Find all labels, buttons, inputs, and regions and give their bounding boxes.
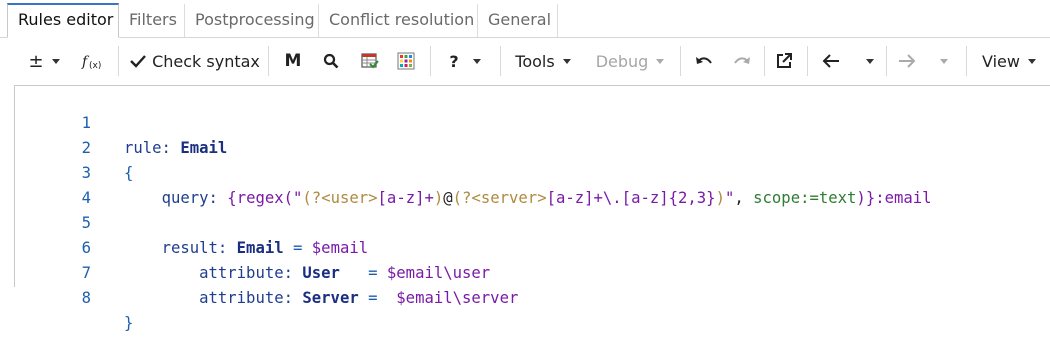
svg-text:(x): (x) — [89, 61, 101, 71]
check-syntax-button[interactable]: Check syntax — [130, 44, 260, 78]
color-grid-icon — [397, 52, 415, 70]
attribute-value: $email\server — [396, 289, 519, 307]
attribute-keyword: attribute: — [199, 289, 293, 307]
palette-button[interactable] — [392, 44, 420, 78]
undo-icon — [695, 54, 713, 68]
arrow-left-icon — [822, 54, 840, 68]
tab-conflict-resolution[interactable]: Conflict resolution — [319, 4, 478, 37]
plus-minus-icon: ± — [28, 50, 44, 72]
function-icon: f (x) — [81, 51, 103, 71]
m-button[interactable]: M — [280, 44, 306, 78]
line-number: 8 — [81, 289, 91, 307]
table-check-icon — [361, 52, 379, 70]
tools-label: Tools — [515, 51, 555, 71]
help-dropdown-button[interactable]: ? — [442, 44, 488, 78]
check-syntax-label: Check syntax — [152, 51, 260, 71]
m-label: M — [284, 51, 302, 71]
code-editor[interactable]: 1 rule: Email 2 { 3 query: {regex("(?<us… — [14, 85, 1050, 332]
insert-dropdown-button[interactable]: ± — [20, 44, 68, 78]
tab-rules-editor[interactable]: Rules editor — [7, 3, 119, 38]
open-external-icon — [776, 53, 792, 69]
open-external-button[interactable] — [771, 44, 797, 78]
arrow-right-icon — [898, 54, 916, 68]
redo-icon — [733, 54, 751, 68]
view-dropdown-button[interactable]: View — [976, 44, 1042, 78]
function-button[interactable]: f (x) — [78, 44, 106, 78]
code-line: 5 result: Email = $email — [15, 186, 1050, 257]
redo-button[interactable] — [729, 44, 755, 78]
help-icon: ? — [449, 51, 459, 71]
forward-history-dropdown[interactable] — [936, 44, 952, 78]
toolbar: ± f (x) Check syntax M ? Tools Debug Vie… — [0, 38, 1050, 84]
tab-filters[interactable]: Filters — [119, 4, 185, 37]
attribute-name: Server — [302, 289, 359, 307]
code-line: 4 — [15, 161, 1050, 207]
back-button[interactable] — [818, 44, 844, 78]
validate-table-button[interactable] — [356, 44, 384, 78]
code-line: 7 attribute: Server = $email\server — [15, 236, 1050, 307]
code-line: 6 attribute: User = $email\user — [15, 211, 1050, 282]
view-label: View — [982, 51, 1020, 71]
debug-label: Debug — [595, 51, 649, 71]
code-line: 3 query: {regex("(?<user>[a-z]+)@(?<serv… — [15, 136, 1050, 207]
code-line: 2 { — [15, 111, 1050, 182]
find-button[interactable] — [318, 44, 344, 78]
code-line: 1 rule: Email — [15, 86, 1050, 157]
tab-postprocessing[interactable]: Postprocessing — [185, 4, 319, 37]
magnifier-icon — [323, 53, 339, 69]
back-history-dropdown[interactable] — [862, 44, 878, 78]
checkmark-icon — [130, 54, 146, 68]
undo-button[interactable] — [691, 44, 717, 78]
forward-button[interactable] — [894, 44, 920, 78]
debug-dropdown-button[interactable]: Debug — [592, 44, 668, 78]
tab-bar: Rules editor Filters Postprocessing Conf… — [0, 0, 1050, 38]
code-line: 8 } — [15, 261, 1050, 332]
tab-general[interactable]: General — [478, 4, 558, 37]
close-brace: } — [124, 314, 134, 332]
tools-dropdown-button[interactable]: Tools — [508, 44, 578, 78]
